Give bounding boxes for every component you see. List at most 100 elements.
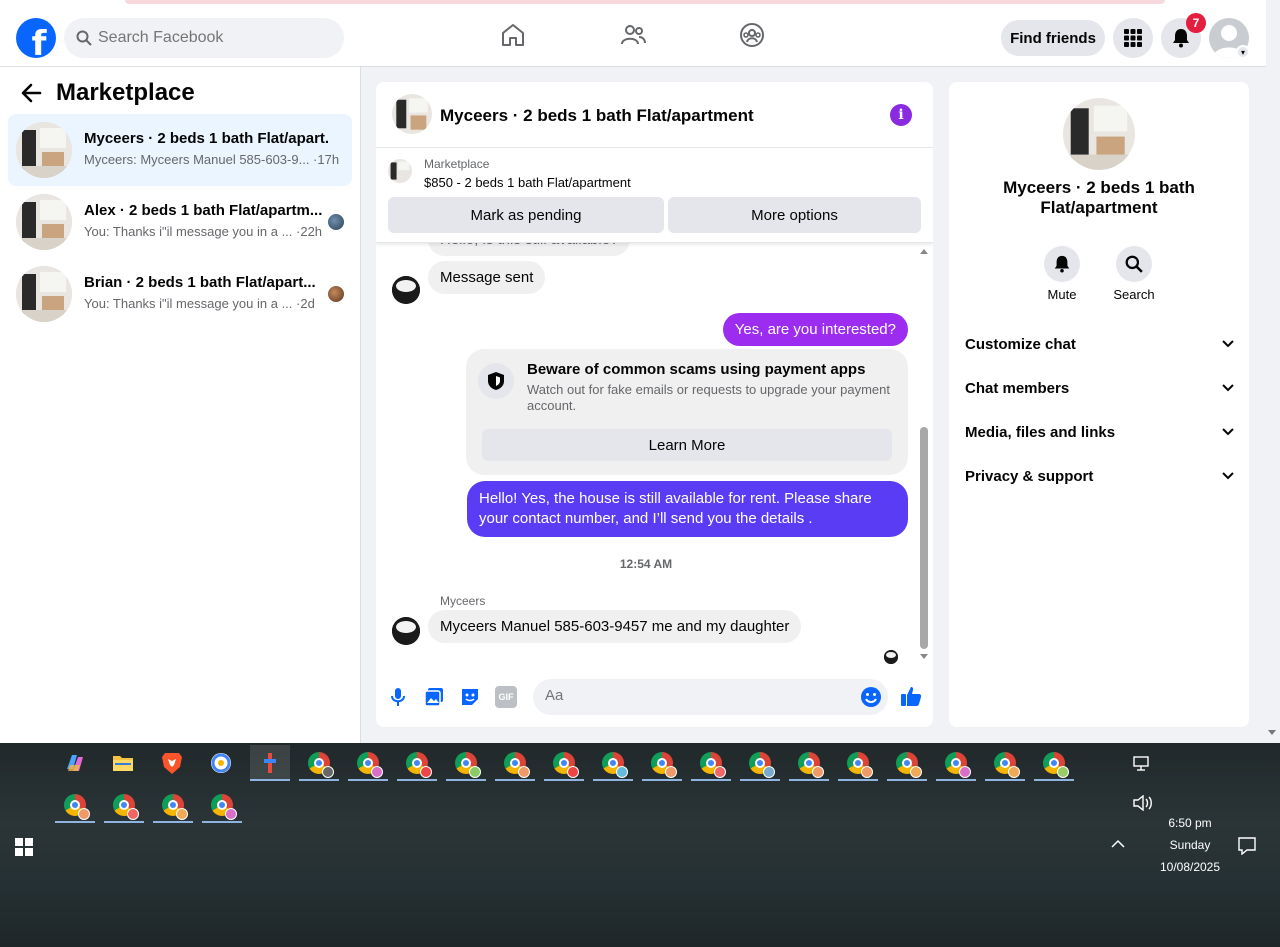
search-conversation-button[interactable]: Search bbox=[1104, 246, 1164, 302]
chrome-profile-window[interactable] bbox=[153, 787, 193, 823]
chrome-profile-window[interactable] bbox=[544, 745, 584, 781]
notification-count-badge: 7 bbox=[1186, 13, 1206, 33]
conversation-item[interactable]: Brian · 2 beds 1 bath Flat/apart... You:… bbox=[8, 258, 352, 330]
chrome-profile-window[interactable] bbox=[789, 745, 829, 781]
sticker-icon[interactable] bbox=[459, 686, 481, 708]
conversation-preview: You: Thanks i"il message you in a ... ·2… bbox=[84, 224, 323, 239]
clock-time[interactable]: 6:50 pm bbox=[1150, 816, 1230, 830]
page-scroll-down-icon[interactable] bbox=[1267, 729, 1277, 737]
search-label: Search bbox=[1113, 287, 1155, 302]
chat-title[interactable]: Myceers · 2 beds 1 bath Flat/apartment bbox=[440, 106, 754, 126]
find-friends-button[interactable]: Find friends bbox=[1001, 20, 1105, 56]
mute-label: Mute bbox=[1047, 287, 1077, 302]
clock-date[interactable]: 10/08/2025 bbox=[1150, 860, 1230, 874]
chrome-profile-window[interactable] bbox=[299, 745, 339, 781]
chrome-profile-window[interactable] bbox=[691, 745, 731, 781]
listing-thumbnail bbox=[388, 159, 412, 183]
media-files-links-item[interactable]: Media, files and links bbox=[965, 414, 1235, 450]
warning-body: Watch out for fake emails or requests to… bbox=[527, 382, 890, 413]
message-composer: GIF bbox=[376, 668, 933, 727]
message-input-box[interactable] bbox=[533, 679, 888, 715]
incoming-message: Hello, is this still available? bbox=[428, 243, 631, 256]
chrome-search-icon[interactable] bbox=[201, 745, 241, 781]
grid-menu-icon bbox=[1124, 29, 1142, 47]
emoji-icon[interactable] bbox=[860, 686, 882, 708]
thumbs-up-icon[interactable] bbox=[899, 684, 923, 708]
chrome-profile-window[interactable] bbox=[985, 745, 1025, 781]
photo-icon[interactable] bbox=[423, 686, 445, 708]
chrome-profile-window[interactable] bbox=[104, 787, 144, 823]
chevron-down-icon[interactable]: ▾ bbox=[1236, 45, 1250, 59]
learn-more-button[interactable]: Learn More bbox=[482, 429, 892, 461]
clock-day[interactable]: Sunday bbox=[1150, 838, 1230, 852]
search-input[interactable] bbox=[98, 29, 328, 47]
bell-icon bbox=[1054, 255, 1070, 273]
volume-icon[interactable] bbox=[1133, 795, 1153, 811]
scam-warning-card: Beware of common scams using payment app… bbox=[466, 349, 908, 475]
chrome-profile-window[interactable] bbox=[642, 745, 682, 781]
chrome-profile-window[interactable] bbox=[838, 745, 878, 781]
conversation-title: Brian · 2 beds 1 bath Flat/apart... bbox=[84, 274, 316, 291]
conversation-item[interactable]: Myceers · 2 beds 1 bath Flat/apart... My… bbox=[8, 114, 352, 186]
bell-icon bbox=[1173, 29, 1189, 48]
chrome-profile-window[interactable] bbox=[446, 745, 486, 781]
friends-icon[interactable] bbox=[620, 22, 646, 48]
brave-browser-icon[interactable] bbox=[152, 745, 192, 781]
app-icon-active[interactable] bbox=[250, 745, 290, 781]
customize-chat-item[interactable]: Customize chat bbox=[965, 326, 1235, 362]
message-input[interactable] bbox=[545, 687, 845, 704]
marketplace-label: Marketplace bbox=[424, 157, 490, 171]
avatar bbox=[392, 276, 420, 304]
search-box[interactable] bbox=[64, 18, 344, 58]
message-scrollbar[interactable] bbox=[918, 247, 928, 667]
details-title: Myceers · 2 beds 1 bath Flat/apartment bbox=[1003, 178, 1195, 217]
notification-center-icon[interactable] bbox=[1238, 837, 1256, 855]
avatar bbox=[392, 617, 420, 645]
mark-as-pending-button[interactable]: Mark as pending bbox=[388, 197, 664, 233]
chrome-profile-window[interactable] bbox=[740, 745, 780, 781]
conversation-title: Alex · 2 beds 1 bath Flat/apartm... bbox=[84, 202, 323, 219]
incoming-message: Message sent bbox=[428, 261, 546, 294]
chrome-profile-window[interactable] bbox=[495, 745, 535, 781]
chevron-down-icon bbox=[1222, 340, 1234, 348]
back-arrow-icon[interactable] bbox=[20, 82, 42, 104]
file-explorer-icon[interactable] bbox=[103, 745, 143, 781]
windows-start-icon[interactable] bbox=[15, 838, 33, 856]
chrome-profile-window[interactable] bbox=[1034, 745, 1074, 781]
menu-button[interactable] bbox=[1113, 18, 1153, 58]
listing-thumbnail[interactable] bbox=[392, 94, 432, 134]
chrome-profile-window[interactable] bbox=[887, 745, 927, 781]
conversation-preview: Myceers: Myceers Manuel 585-603-9... ·17… bbox=[84, 152, 340, 167]
facebook-logo-icon[interactable]: f bbox=[16, 18, 56, 58]
listing-thumbnail bbox=[16, 122, 72, 178]
mute-button[interactable]: Mute bbox=[1032, 246, 1092, 302]
scroll-thumb[interactable] bbox=[920, 427, 928, 649]
copilot-icon[interactable] bbox=[55, 745, 95, 781]
chrome-profile-window[interactable] bbox=[593, 745, 633, 781]
home-icon[interactable] bbox=[500, 22, 526, 48]
chrome-profile-window[interactable] bbox=[55, 787, 95, 823]
privacy-support-item[interactable]: Privacy & support bbox=[965, 458, 1235, 494]
groups-icon[interactable] bbox=[739, 22, 765, 48]
scroll-down-icon[interactable] bbox=[919, 653, 929, 661]
gif-icon[interactable]: GIF bbox=[495, 686, 517, 708]
conversation-item[interactable]: Alex · 2 beds 1 bath Flat/apartm... You:… bbox=[8, 186, 352, 258]
page-title: Marketplace bbox=[56, 79, 195, 106]
outgoing-message: Hello! Yes, the house is still available… bbox=[467, 481, 908, 537]
network-icon[interactable] bbox=[1133, 756, 1151, 772]
scroll-up-icon[interactable] bbox=[919, 247, 929, 255]
listing-thumbnail bbox=[1063, 98, 1135, 170]
listing-thumbnail bbox=[16, 194, 72, 250]
outgoing-message: Yes, are you interested? bbox=[722, 313, 908, 346]
listing-price[interactable]: $850 - 2 beds 1 bath Flat/apartment bbox=[424, 175, 631, 190]
chrome-profile-window[interactable] bbox=[348, 745, 388, 781]
chrome-profile-window[interactable] bbox=[202, 787, 242, 823]
more-options-button[interactable]: More options bbox=[668, 197, 921, 233]
conversation-list-panel: Marketplace Myceers · 2 beds 1 bath Flat… bbox=[0, 67, 361, 743]
chrome-profile-window[interactable] bbox=[936, 745, 976, 781]
chrome-profile-window[interactable] bbox=[397, 745, 437, 781]
chat-members-item[interactable]: Chat members bbox=[965, 370, 1235, 406]
info-icon[interactable]: i bbox=[890, 104, 912, 126]
chevron-up-icon[interactable] bbox=[1111, 839, 1125, 849]
microphone-icon[interactable] bbox=[387, 686, 409, 708]
